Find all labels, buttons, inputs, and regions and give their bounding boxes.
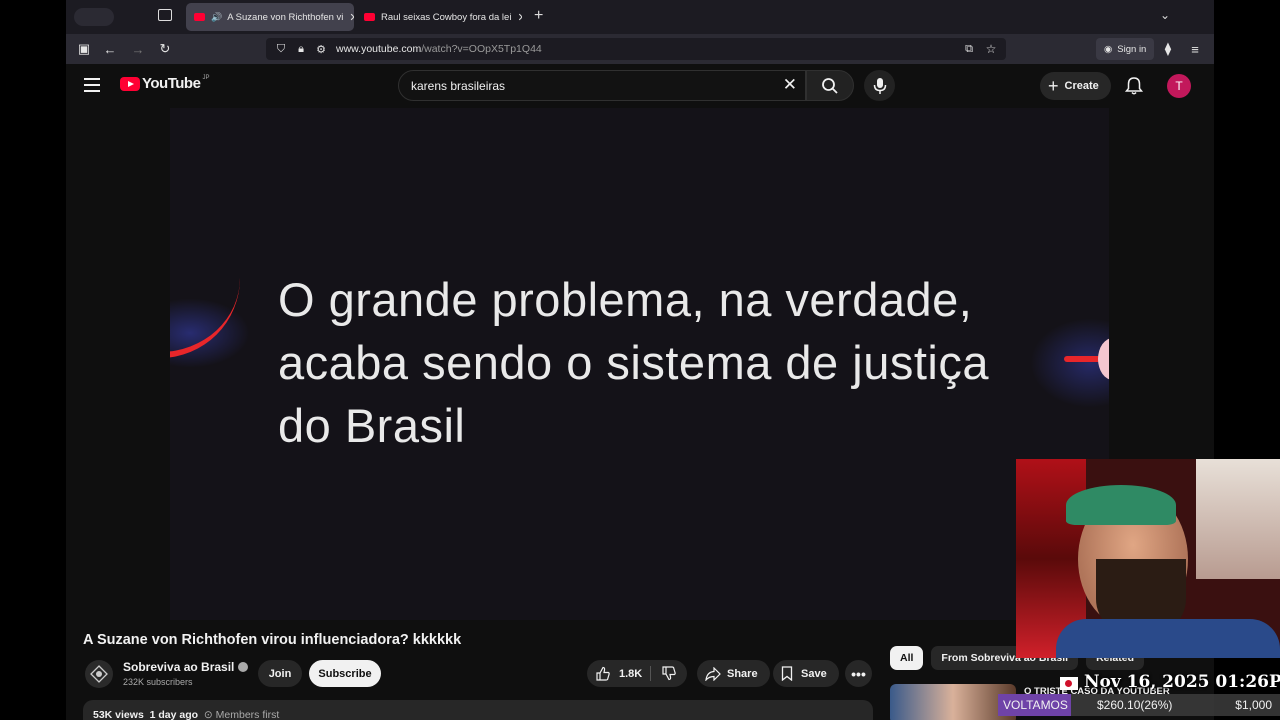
youtube-header: YouTube JP karens brasileiras ✕ + Create… (66, 64, 1214, 108)
hamburger-menu-icon[interactable] (84, 78, 100, 92)
channel-logo-icon (90, 665, 108, 683)
lock-icon[interactable]: 🔒︎ (292, 40, 310, 58)
url-text: www.youtube.com/watch?v=OOpX5Tp1Q44 (336, 43, 542, 55)
goal-target: $1,000 (1235, 698, 1272, 712)
voice-search-button[interactable] (864, 70, 895, 101)
address-bar[interactable]: ⛉ 🔒︎ ⚙ www.youtube.com/watch?v=OOpX5Tp1Q… (266, 38, 1006, 60)
sign-in-label: Sign in (1117, 43, 1147, 55)
youtube-play-icon (120, 76, 140, 91)
channel-avatar[interactable] (85, 660, 113, 688)
picture-in-picture-icon[interactable]: ⧉ (960, 40, 978, 58)
thumbs-up-icon (596, 666, 610, 681)
youtube-favicon-icon (364, 13, 375, 21)
goal-label: VOLTAMOS (1003, 698, 1068, 712)
sidebar-icon[interactable]: ▣ (75, 40, 93, 58)
streamer-shirt (1056, 619, 1280, 658)
divider (650, 666, 651, 681)
channel-name[interactable]: Sobreviva ao Brasil (123, 660, 249, 674)
close-tab-icon[interactable]: ✕ (343, 11, 354, 24)
tab-active[interactable]: 🔊 A Suzane von Richthofen vi ✕ (186, 3, 354, 31)
share-icon (705, 666, 721, 681)
back-icon[interactable]: ← (101, 40, 119, 58)
menu-icon[interactable]: ≡ (1186, 40, 1204, 58)
search-box[interactable]: karens brasileiras ✕ (398, 70, 806, 101)
upload-age: 1 day ago (149, 709, 199, 720)
extensions-icon[interactable]: ⧫ (1159, 40, 1177, 58)
close-tab-icon[interactable]: ✕ (511, 11, 522, 24)
donation-goal-bar: VOLTAMOS $260.10(26%) $1,000 (998, 694, 1280, 716)
new-tab-icon[interactable]: + (534, 7, 543, 25)
tab-title: Raul seixas Cowboy fora da lei (381, 11, 512, 23)
more-horizontal-icon: ••• (851, 665, 866, 682)
youtube-favicon-icon (194, 13, 205, 21)
share-button[interactable]: Share (697, 660, 770, 687)
like-button[interactable]: 1.8K (595, 660, 642, 687)
subscribe-button[interactable]: Subscribe (309, 660, 381, 687)
tab-inactive[interactable]: Raul seixas Cowboy fora da lei ✕ (356, 3, 522, 31)
tab-title: A Suzane von Richthofen vi (227, 11, 344, 23)
webcam-overlay (1016, 459, 1280, 658)
stream-timestamp: Nov 16, 2025 01:26PM (1084, 672, 1280, 692)
save-button[interactable]: Save (773, 660, 839, 687)
neon-sign (1196, 459, 1280, 579)
description-meta: 53K views 1 day ago ⊙ Members first (93, 709, 279, 720)
clear-search-icon[interactable]: ✕ (783, 75, 797, 95)
join-button[interactable]: Join (258, 660, 302, 687)
channel-name-text: Sobreviva ao Brasil (123, 660, 235, 674)
microphone-icon (873, 77, 886, 94)
sign-in-button[interactable]: ◉ Sign in (1096, 38, 1155, 60)
like-count: 1.8K (619, 667, 643, 680)
members-icon: ⊙ (203, 709, 213, 720)
navigation-bar: ▣ ← → ↻ ⛉ 🔒︎ ⚙ www.youtube.com/watch?v=O… (66, 34, 1214, 64)
subscriber-count: 232K subscribers (123, 677, 193, 687)
region-code: JP (202, 74, 210, 81)
share-label: Share (727, 667, 758, 680)
speaker-icon[interactable]: 🔊 (211, 12, 222, 23)
shield-icon[interactable]: ⛉ (272, 40, 290, 58)
thumbs-down-icon[interactable] (661, 665, 677, 681)
members-first-label: Members first (215, 709, 280, 720)
search-input[interactable]: karens brasileiras (411, 79, 505, 93)
like-dislike-group: 1.8K (587, 660, 687, 687)
search-button[interactable] (806, 70, 854, 101)
logo-text: YouTube (142, 75, 201, 92)
tab-bar: 🔊 A Suzane von Richthofen vi ✕ Raul seix… (66, 0, 1214, 34)
search-icon (822, 77, 838, 94)
more-actions-button[interactable]: ••• (845, 660, 872, 687)
plus-icon: + (1048, 75, 1059, 96)
description-box[interactable]: 53K views 1 day ago ⊙ Members first (83, 700, 873, 720)
url-domain: www.youtube.com (336, 43, 422, 55)
tab-groups-button[interactable] (74, 8, 114, 26)
japan-flag-icon (1060, 677, 1078, 690)
chevron-down-icon[interactable]: ⌄ (1160, 8, 1170, 22)
verified-icon (238, 662, 249, 672)
goal-progress: $260.10(26%) (1097, 698, 1173, 712)
bookmark-star-icon[interactable]: ☆ (982, 40, 1000, 58)
caption-line: O grande problema, na verdade, (278, 273, 973, 326)
video-player[interactable]: O grande problema, na verdade, acaba sen… (170, 108, 1109, 620)
notifications-bell-icon[interactable] (1124, 76, 1144, 96)
video-title: A Suzane von Richthofen virou influencia… (83, 632, 462, 648)
view-count: 53K views (93, 709, 144, 720)
avatar[interactable]: T (1167, 74, 1191, 98)
account-icon: ◉ (1104, 43, 1113, 55)
tab-manager-icon[interactable] (158, 9, 172, 21)
avatar-initial: T (1175, 79, 1183, 93)
reload-icon[interactable]: ↻ (156, 40, 174, 58)
bookmark-icon (781, 666, 793, 681)
caption-line: acaba sendo o sistema de justiça (278, 336, 989, 389)
chip-all[interactable]: All (890, 646, 924, 670)
url-path: /watch?v=OOpX5Tp1Q44 (421, 43, 542, 55)
youtube-logo[interactable]: YouTube JP (120, 75, 209, 92)
create-button[interactable]: + Create (1040, 72, 1111, 100)
save-label: Save (801, 667, 827, 680)
streamer-cap (1066, 485, 1176, 525)
create-label: Create (1064, 80, 1099, 92)
permissions-icon[interactable]: ⚙ (312, 40, 330, 58)
video-caption: O grande problema, na verdade, acaba sen… (278, 268, 1078, 457)
forward-icon[interactable]: → (129, 40, 147, 58)
caption-line: do Brasil (278, 399, 466, 452)
